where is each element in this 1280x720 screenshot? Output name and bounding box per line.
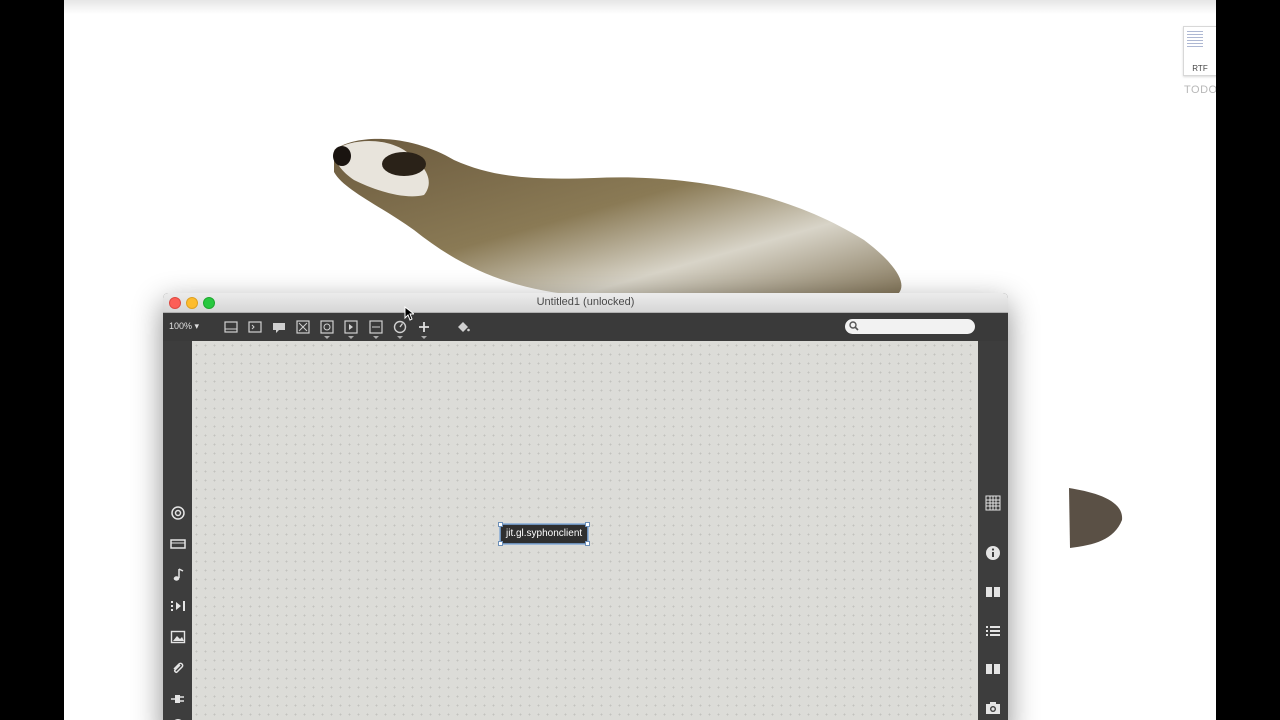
patcher-toolbar: 100% ▾ — [163, 313, 1008, 341]
chevron-down-icon: ▾ — [194, 321, 200, 331]
sloth-eye-patch — [382, 152, 426, 176]
left-sidebar — [163, 341, 192, 720]
book-icon[interactable] — [985, 584, 1001, 600]
paperclip-icon[interactable] — [170, 660, 186, 676]
sloth-nose — [333, 146, 351, 166]
message-icon[interactable] — [344, 320, 358, 339]
file-extension: RTF — [1192, 64, 1208, 73]
presentation-icon[interactable] — [224, 320, 238, 334]
zoom-menu[interactable]: 100% ▾ — [169, 321, 199, 332]
toggle-icon[interactable] — [296, 320, 310, 334]
title-bar[interactable]: Untitled1 (unlocked) — [163, 293, 1008, 313]
search-icon — [849, 321, 860, 332]
info-icon[interactable] — [985, 545, 1001, 561]
search-field[interactable] — [845, 319, 975, 334]
dial-icon[interactable] — [393, 320, 407, 339]
image-icon[interactable] — [170, 629, 186, 645]
play-steps-icon[interactable] — [170, 598, 186, 614]
rtf-file-icon[interactable]: RTF — [1183, 26, 1216, 76]
right-sidebar — [978, 341, 1008, 720]
add-icon[interactable] — [417, 320, 431, 339]
window-title: Untitled1 (unlocked) — [536, 296, 635, 308]
max-patcher-window[interactable]: Untitled1 (unlocked) 100% ▾ jit.gl.sypho… — [163, 293, 1008, 720]
object-box[interactable]: jit.gl.syphonclient — [498, 522, 590, 546]
resize-handle[interactable] — [585, 541, 590, 546]
resize-handle[interactable] — [498, 541, 503, 546]
camera-icon[interactable] — [985, 700, 1001, 716]
number-box-icon[interactable] — [248, 320, 262, 334]
resize-handle[interactable] — [585, 522, 590, 527]
music-note-icon[interactable] — [170, 567, 186, 583]
plug-icon[interactable] — [170, 691, 186, 707]
object-box-text: jit.gl.syphonclient — [506, 528, 583, 539]
sloth-tail — [1069, 488, 1123, 548]
button-icon[interactable] — [320, 320, 334, 339]
slider-icon[interactable] — [369, 320, 383, 339]
document-lines — [1187, 31, 1203, 49]
resize-handle[interactable] — [498, 522, 503, 527]
target-icon[interactable] — [170, 505, 186, 521]
menubar-shadow — [64, 0, 1216, 14]
dropdown-arrow — [421, 336, 427, 339]
list-icon[interactable] — [985, 623, 1001, 639]
dropdown-arrow — [348, 336, 354, 339]
file-label[interactable]: TODO — [1184, 84, 1216, 96]
comment-icon[interactable] — [272, 320, 286, 334]
dropdown-arrow — [397, 336, 403, 339]
zoom-level: 100% — [169, 321, 193, 331]
video-icon[interactable] — [170, 536, 186, 552]
grid-icon[interactable] — [985, 495, 1001, 511]
paint-bucket-icon[interactable] — [456, 320, 470, 334]
open-book-icon[interactable] — [985, 661, 1001, 677]
dropdown-arrow — [324, 336, 330, 339]
mouse-cursor — [404, 306, 414, 321]
patcher-canvas[interactable]: jit.gl.syphonclient — [192, 341, 978, 720]
dropdown-arrow — [373, 336, 379, 339]
